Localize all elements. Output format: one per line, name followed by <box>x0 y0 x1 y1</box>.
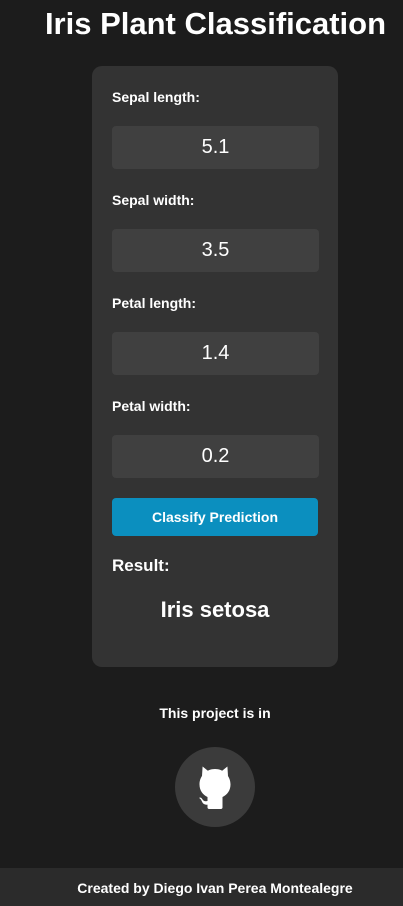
result-label: Result: <box>112 556 170 575</box>
sepal-length-input[interactable] <box>112 126 319 169</box>
classification-card: Sepal length: Sepal width: Petal length:… <box>92 66 338 667</box>
footer-credit: Created by Diego Ivan Perea Montealegre <box>77 880 353 896</box>
project-text: This project is in <box>159 705 271 721</box>
petal-width-label: Petal width: <box>112 398 191 414</box>
sepal-width-label: Sepal width: <box>112 192 195 208</box>
page-title: Iris Plant Classification <box>44 6 387 41</box>
result-value: Iris setosa <box>160 597 270 622</box>
sepal-width-input[interactable] <box>112 229 319 272</box>
petal-width-input[interactable] <box>112 435 319 478</box>
classify-prediction-button[interactable]: Classify Prediction <box>112 498 318 536</box>
petal-length-label: Petal length: <box>112 295 197 311</box>
petal-length-input[interactable] <box>112 332 319 375</box>
footer: Created by Diego Ivan Perea Montealegre <box>0 868 403 906</box>
sepal-length-label: Sepal length: <box>112 89 200 105</box>
github-link[interactable] <box>175 747 255 827</box>
github-icon <box>175 747 255 827</box>
